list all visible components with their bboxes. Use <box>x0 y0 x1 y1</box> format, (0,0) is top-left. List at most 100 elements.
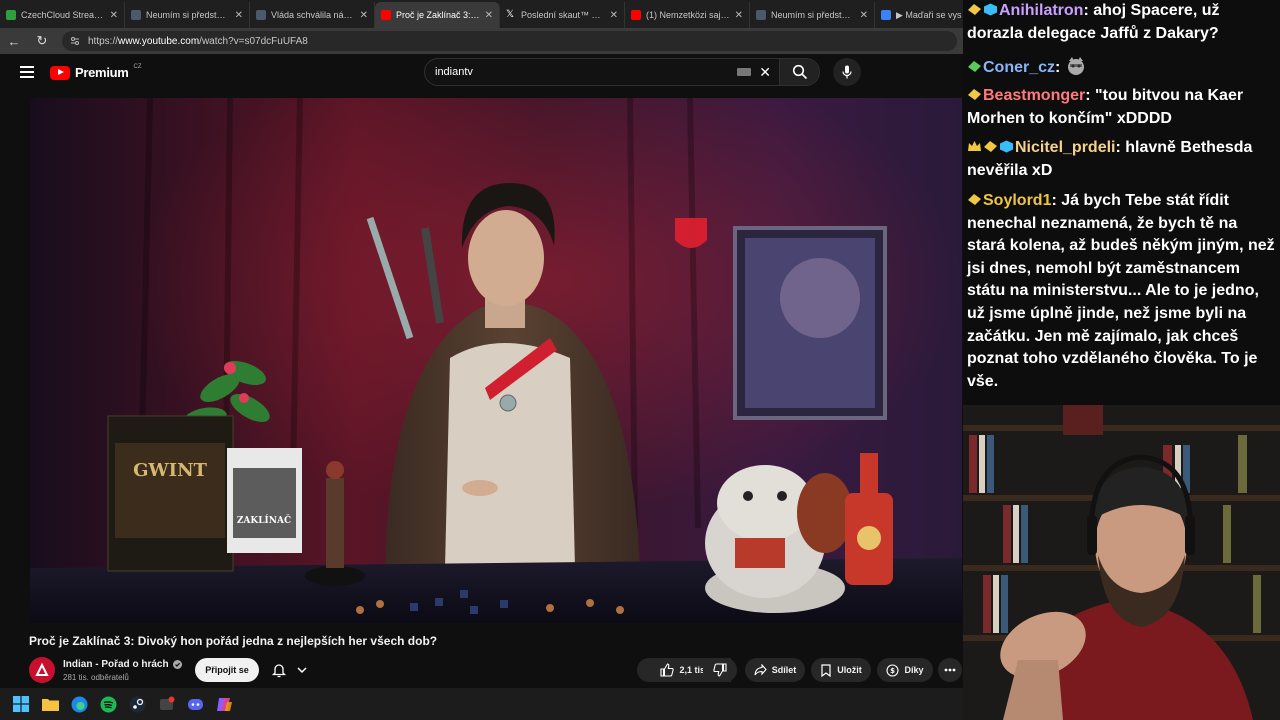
close-icon[interactable]: ✕ <box>735 10 743 21</box>
search-icon <box>792 64 807 80</box>
back-icon[interactable]: ← <box>6 34 22 49</box>
copilot-icon[interactable] <box>215 695 233 713</box>
url-text: https://www.youtube.com/watch?v=s07dcFuU… <box>88 36 308 47</box>
channel-name-text: Indian - Pořad o hrách <box>63 659 169 670</box>
close-icon[interactable]: ✕ <box>360 10 368 21</box>
dislike-button[interactable] <box>703 658 737 682</box>
save-button[interactable]: Uložit <box>811 658 871 682</box>
chevron-down-icon <box>297 667 307 674</box>
close-icon[interactable]: ✕ <box>610 10 618 21</box>
subscriber-count: 281 tis. odběratelů <box>63 673 129 682</box>
bits-badge-icon <box>984 141 997 152</box>
close-icon[interactable]: ✕ <box>860 10 868 21</box>
stream-chat: Anihilatron: ahoj Spacere, už dorazla de… <box>963 0 1280 405</box>
close-icon[interactable]: ✕ <box>485 10 493 21</box>
thumbs-down-icon <box>713 663 727 677</box>
youtube-play-icon <box>50 65 70 80</box>
browser-tab-active[interactable]: Proč je Zaklínač 3: Divok ✕ <box>375 2 500 28</box>
video-actions-row: Indian - Pořad o hrách 281 tis. odběrate… <box>29 655 963 685</box>
cube-badge-icon <box>1000 140 1013 153</box>
streamer-webcam <box>963 405 1280 720</box>
video-title: Proč je Zaklínač 3: Divoký hon pořád jed… <box>29 634 438 648</box>
microphone-icon <box>842 65 852 79</box>
tab-title: CzechCloud Stream - W <box>21 10 105 20</box>
bits-badge-icon <box>968 194 981 205</box>
chat-message: Nicitel_prdeli: hlavně Bethesda nevěřila… <box>967 139 1253 179</box>
more-actions-button[interactable] <box>938 658 962 682</box>
chat-username[interactable]: Coner_cz <box>983 59 1055 76</box>
screen: CzechCloud Stream - W ✕ Neumím si předsta… <box>0 0 1280 720</box>
chat-username[interactable]: Nicitel_prdeli <box>1015 139 1115 156</box>
verified-icon <box>172 660 182 669</box>
steam-icon[interactable] <box>128 695 146 713</box>
chat-message: Beastmonger: "tou bitvou na Kaer Morhen … <box>967 87 1244 127</box>
share-button[interactable]: Sdílet <box>745 658 805 682</box>
x-favicon-icon: 𝕏 <box>506 9 515 20</box>
browser-tab-strip: CzechCloud Stream - W ✕ Neumím si předsta… <box>0 0 963 28</box>
channel-logo-icon <box>35 662 49 676</box>
browser-tab[interactable]: Neumím si představit, c ✕ <box>750 2 875 28</box>
spotify-icon[interactable] <box>99 695 117 713</box>
edge-browser-icon[interactable] <box>70 695 88 713</box>
browser-tab[interactable]: 𝕏 Poslední skaut™ na platf ✕ <box>500 2 625 28</box>
tab-favicon-icon <box>756 10 766 20</box>
browser-toolbar: ← ↻ https://www.youtube.com/watch?v=s07d… <box>0 28 963 54</box>
bits-badge-icon <box>968 4 981 15</box>
channel-avatar[interactable] <box>29 657 55 683</box>
chat-username[interactable]: Anihilatron <box>999 2 1083 19</box>
thanks-button[interactable]: $ Díky <box>877 658 933 682</box>
share-label: Sdílet <box>771 665 797 675</box>
tab-title: Neumím si představit, c <box>771 10 855 20</box>
emote-icon <box>1067 57 1084 75</box>
tab-title: ▶ Maďaři se vys <box>896 9 962 20</box>
channel-name[interactable]: Indian - Pořad o hrách <box>63 659 182 670</box>
tab-title: Poslední skaut™ na platf <box>521 10 605 20</box>
browser-tab[interactable]: (1) Nemzetközi sajtótájék ✕ <box>625 2 750 28</box>
youtube-favicon-icon <box>631 10 641 20</box>
discord-icon[interactable] <box>186 695 204 713</box>
notification-button[interactable] <box>265 658 313 682</box>
windows-start-icon[interactable] <box>12 695 30 713</box>
taskbar <box>0 688 963 720</box>
brand-label: Premium <box>75 65 129 80</box>
file-explorer-icon[interactable] <box>41 695 59 713</box>
app-icon[interactable] <box>157 695 175 713</box>
tab-title: Vláda schválila návrh <box>271 10 355 20</box>
browser-tab[interactable]: CzechCloud Stream - W ✕ <box>0 2 125 28</box>
search-box[interactable]: indiantv ✕ <box>424 58 820 86</box>
close-icon[interactable]: ✕ <box>110 10 118 21</box>
search-button[interactable] <box>779 59 819 85</box>
country-code: CZ <box>133 63 142 70</box>
reload-icon[interactable]: ↻ <box>34 33 50 49</box>
join-button[interactable]: Připojit se <box>195 658 259 682</box>
chat-username[interactable]: Beastmonger <box>983 87 1085 104</box>
bookmark-icon <box>821 663 831 677</box>
bits-badge-icon <box>968 89 981 100</box>
masthead: Premium CZ indiantv ✕ <box>0 54 963 92</box>
tab-favicon-icon <box>6 10 16 20</box>
menu-icon[interactable] <box>20 66 34 78</box>
keyboard-icon[interactable] <box>737 68 752 76</box>
close-icon[interactable]: ✕ <box>235 10 243 21</box>
share-icon <box>754 664 767 676</box>
address-bar[interactable]: https://www.youtube.com/watch?v=s07dcFuU… <box>62 31 957 51</box>
browser-tab[interactable]: ▶ Maďaři se vys <box>875 2 963 28</box>
youtube-favicon-icon <box>381 10 391 20</box>
bits-badge-icon <box>968 61 981 72</box>
tab-title: Neumím si představit, c <box>146 10 230 20</box>
chat-username[interactable]: Soylord1 <box>983 192 1051 209</box>
youtube-page: Premium CZ indiantv ✕ GWINT ZAKLÍNAČ Pro… <box>0 54 963 688</box>
youtube-logo[interactable]: Premium CZ <box>50 63 142 80</box>
site-info-icon[interactable] <box>70 36 80 46</box>
voice-search-button[interactable] <box>833 58 861 86</box>
video-player[interactable]: GWINT ZAKLÍNAČ <box>30 98 962 623</box>
svg-text:$: $ <box>891 667 896 675</box>
crown-badge-icon <box>968 141 981 151</box>
thanks-icon: $ <box>886 663 900 677</box>
search-input[interactable]: indiantv <box>425 66 737 78</box>
webcam-feed <box>963 405 1280 720</box>
browser-tab[interactable]: Neumím si představit, c ✕ <box>125 2 250 28</box>
clear-search-icon[interactable]: ✕ <box>759 64 771 81</box>
browser-tab[interactable]: Vláda schválila návrh ✕ <box>250 2 375 28</box>
thanks-label: Díky <box>904 665 924 675</box>
